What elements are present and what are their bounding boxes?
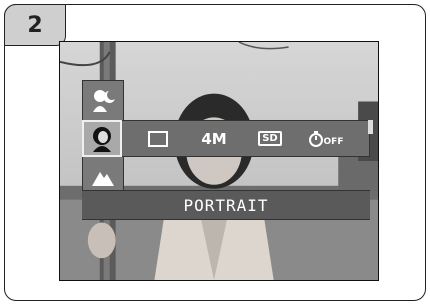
landscape-mode-icon xyxy=(92,172,114,186)
portrait-mode-option[interactable] xyxy=(82,120,122,157)
self-timer-off-icon: OFF xyxy=(308,130,343,147)
self-timer-option[interactable]: OFF xyxy=(306,120,346,157)
night-portrait-option[interactable] xyxy=(82,82,124,120)
step-number-badge: 2 xyxy=(4,4,66,46)
row-scroll-indicator xyxy=(368,120,373,134)
timer-icon xyxy=(308,130,323,147)
image-size-4m-icon: 4M xyxy=(201,129,227,148)
night-portrait-icon xyxy=(93,90,115,112)
mode-name-label: PORTRAIT xyxy=(82,190,370,220)
portrait-mode-icon xyxy=(93,126,111,152)
image-size-option[interactable]: 4M xyxy=(194,120,234,157)
single-frame-option[interactable] xyxy=(138,120,178,157)
sd-card-icon: SD xyxy=(258,131,282,146)
single-frame-icon xyxy=(148,130,168,147)
storage-media-option[interactable]: SD xyxy=(250,120,290,157)
camera-lcd-screen: 4M SD OFF PORTRAIT xyxy=(59,41,379,281)
